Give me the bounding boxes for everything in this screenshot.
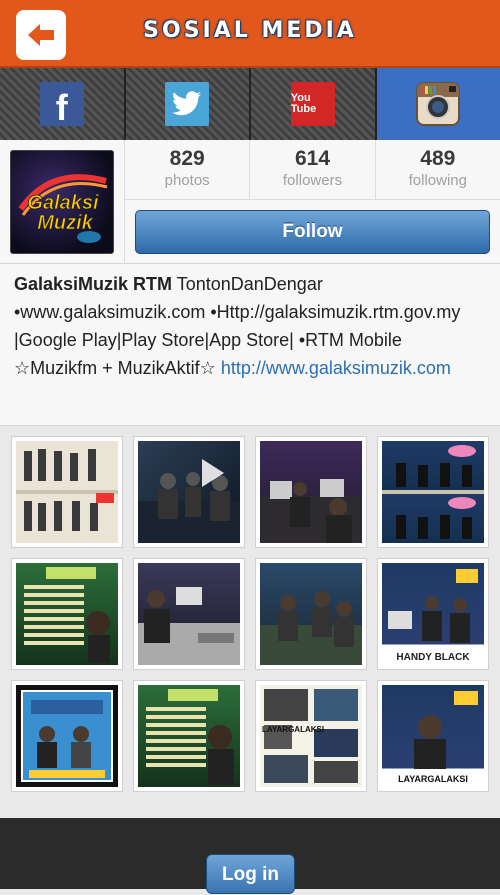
- instagram-camera-icon: [416, 82, 460, 126]
- facebook-icon: f: [40, 82, 84, 126]
- tab-twitter[interactable]: [126, 68, 252, 140]
- photo-thumbnail[interactable]: LAYARGALAKSI: [377, 680, 489, 792]
- photo-thumbnail[interactable]: [11, 558, 123, 670]
- photo-image: LAYARGALAKSI: [382, 685, 484, 787]
- instagram-icon: [416, 82, 460, 126]
- photo-image: [138, 685, 240, 787]
- svg-text:Muzik: Muzik: [37, 212, 93, 234]
- photo-image: [260, 563, 362, 665]
- youtube-icon: You Tube: [291, 82, 335, 126]
- tab-instagram[interactable]: [377, 68, 500, 140]
- photo-thumbnail[interactable]: [11, 436, 123, 548]
- bio-username: GalaksiMuzik RTM: [14, 274, 172, 294]
- bio-link[interactable]: http://www.galaksimuzik.com: [221, 358, 451, 378]
- profile-bio: GalaksiMuzik RTM TontonDanDengar •www.ga…: [0, 264, 500, 426]
- stat-photos[interactable]: 829 photos: [125, 140, 250, 199]
- photo-image: [138, 441, 240, 543]
- photo-caption: HANDY BLACK: [382, 652, 484, 663]
- photo-thumbnail[interactable]: [133, 680, 245, 792]
- stat-label: following: [376, 172, 500, 189]
- twitter-icon: [165, 82, 209, 126]
- stat-value: 829: [125, 147, 249, 171]
- stat-label: photos: [125, 172, 249, 189]
- stat-label: followers: [250, 172, 374, 189]
- photo-thumbnail[interactable]: HANDY BLACK: [377, 558, 489, 670]
- photo-image: [16, 441, 118, 543]
- page-title: SOSIAL MEDIA: [0, 18, 500, 43]
- photo-image: [138, 563, 240, 665]
- tab-youtube[interactable]: You Tube: [251, 68, 377, 140]
- photo-image: [260, 441, 362, 543]
- twitter-bird-icon: [172, 91, 202, 117]
- photo-thumbnail[interactable]: LAYARGALAKSI: [255, 680, 367, 792]
- footer-bar: Log in: [0, 818, 500, 889]
- play-icon: [202, 459, 224, 487]
- facebook-glyph: f: [56, 87, 68, 129]
- stat-value: 489: [376, 147, 500, 171]
- photo-grid: HANDY BLACK: [0, 427, 500, 817]
- stat-value: 614: [250, 147, 374, 171]
- photo-thumbnail[interactable]: [255, 558, 367, 670]
- profile-stats: 829 photos 614 followers 489 following: [125, 140, 500, 200]
- stat-followers[interactable]: 614 followers: [250, 140, 375, 199]
- photo-caption: LAYARGALAKSI: [262, 725, 324, 734]
- photo-caption: LAYARGALAKSI: [382, 774, 484, 784]
- stat-following[interactable]: 489 following: [376, 140, 500, 199]
- app-header: SOSIAL MEDIA: [0, 0, 500, 68]
- photo-thumbnail[interactable]: [133, 558, 245, 670]
- photo-image: [16, 685, 118, 787]
- avatar[interactable]: Galaksi Muzik: [10, 150, 114, 254]
- login-button[interactable]: Log in: [206, 854, 295, 894]
- svg-text:Galaksi: Galaksi: [27, 192, 99, 214]
- photo-thumbnail[interactable]: [255, 436, 367, 548]
- profile-header: Galaksi Muzik 829 photos 614 followers 4…: [0, 140, 500, 264]
- social-tabs: f You Tube: [0, 68, 500, 140]
- galaksi-muzik-logo: Galaksi Muzik: [11, 151, 114, 254]
- tab-facebook[interactable]: f: [0, 68, 126, 140]
- youtube-glyph: You Tube: [291, 93, 335, 115]
- photo-image: HANDY BLACK: [382, 563, 484, 665]
- photo-thumbnail[interactable]: [377, 436, 489, 548]
- photo-image: [382, 441, 484, 543]
- photo-thumbnail[interactable]: [11, 680, 123, 792]
- photo-image: [16, 563, 118, 665]
- photo-image: LAYARGALAKSI: [260, 685, 362, 787]
- video-thumbnail[interactable]: [133, 436, 245, 548]
- follow-button[interactable]: Follow: [135, 210, 490, 254]
